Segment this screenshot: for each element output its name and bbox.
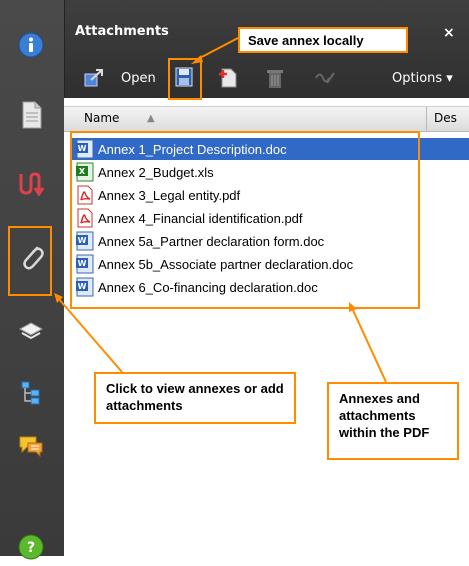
delete-attachment-icon[interactable] [262,65,288,91]
view-annexes-callout: Click to view annexes or add attachments [94,372,296,424]
save-icon-highlight [168,58,202,100]
attachment-list-highlight [70,131,420,309]
within-pdf-callout: Annexes and attachments within the PDF [327,382,459,460]
signatures-icon[interactable] [12,164,50,202]
layers-icon[interactable] [12,313,50,351]
open-button[interactable]: Open [121,71,156,86]
paperclip-highlight [8,226,52,296]
comments-icon[interactable] [12,427,50,465]
column-header-description[interactable]: Des [434,111,457,125]
panel-title: Attachments [75,24,169,39]
open-attachment-icon[interactable] [81,66,107,90]
sort-ascending-icon: ▲ [147,113,155,124]
add-attachment-icon[interactable] [215,66,241,90]
pages-icon[interactable] [12,96,50,134]
save-annex-callout: Save annex locally [238,27,408,53]
column-header-row: Name ▲ Des [64,106,469,132]
edit-description-icon[interactable] [312,66,338,90]
close-icon[interactable]: × [443,25,455,41]
model-tree-icon[interactable] [12,374,50,412]
column-header-name[interactable]: Name [84,111,119,125]
column-divider[interactable] [426,107,427,131]
help-icon[interactable]: ? [12,528,50,566]
info-icon[interactable] [12,26,50,64]
svg-text:?: ? [27,540,35,556]
options-menu[interactable]: Options ▾ [392,71,453,86]
